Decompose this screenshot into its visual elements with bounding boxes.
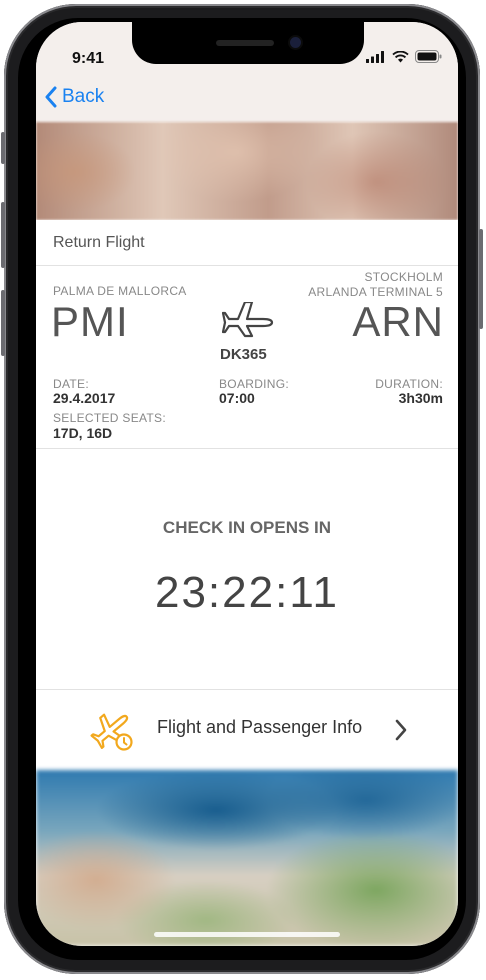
boarding-label: BOARDING:	[219, 377, 290, 391]
battery-icon	[415, 50, 442, 63]
checkin-label: CHECK IN OPENS IN	[162, 518, 332, 537]
status-time: 9:41	[72, 50, 105, 67]
flight-info-row[interactable]: Flight and Passenger Info	[36, 690, 458, 770]
screen: 9:41 Back Return Flight PALMA DE MALLORC…	[36, 22, 458, 946]
flight-info-label: Flight and Passenger Info	[157, 717, 363, 737]
destination-city: STOCKHOLM	[364, 270, 443, 284]
origin-code: PMI	[51, 298, 129, 345]
back-label: Back	[62, 86, 105, 107]
wifi-icon	[392, 50, 409, 62]
footer-photo	[36, 770, 458, 946]
section-title: Return Flight	[53, 234, 145, 251]
plane-info-icon	[90, 713, 133, 751]
header-photo	[36, 122, 458, 220]
duration-label: DURATION:	[375, 377, 443, 391]
signal-icon	[366, 50, 384, 63]
power-button	[479, 229, 483, 329]
date-value: 29.4.2017	[53, 390, 116, 406]
home-indicator[interactable]	[154, 932, 340, 937]
status-icons	[366, 50, 442, 63]
checkin-countdown: 23:22:11	[154, 568, 339, 617]
seats-label: SELECTED SEATS:	[53, 411, 166, 425]
chevron-right-icon	[395, 719, 407, 741]
chevron-left-icon	[45, 86, 57, 108]
speaker	[216, 40, 274, 46]
divider	[36, 265, 458, 266]
destination-terminal: ARLANDA TERMINAL 5	[308, 285, 443, 299]
seats-value: 17D, 16D	[53, 425, 113, 441]
origin-city: PALMA DE MALLORCA	[53, 284, 187, 298]
duration-value: 3h30m	[398, 390, 443, 406]
back-button[interactable]: Back	[44, 86, 104, 108]
nav-bar: Back	[36, 82, 458, 122]
volume-down-button	[1, 290, 5, 356]
plane-icon	[222, 302, 274, 338]
flight-card: Return Flight PALMA DE MALLORCA PMI STOC…	[36, 220, 458, 690]
mute-switch	[1, 132, 5, 164]
notch	[132, 22, 364, 64]
date-label: DATE:	[53, 377, 89, 391]
boarding-value: 07:00	[219, 390, 255, 406]
divider	[36, 448, 458, 449]
phone-frame: 9:41 Back Return Flight PALMA DE MALLORC…	[1, 4, 483, 974]
volume-up-button	[1, 202, 5, 268]
destination-code: ARN	[352, 298, 444, 345]
status-bar: 9:41	[36, 22, 458, 82]
flight-number: DK365	[220, 346, 267, 363]
front-camera	[290, 37, 301, 48]
